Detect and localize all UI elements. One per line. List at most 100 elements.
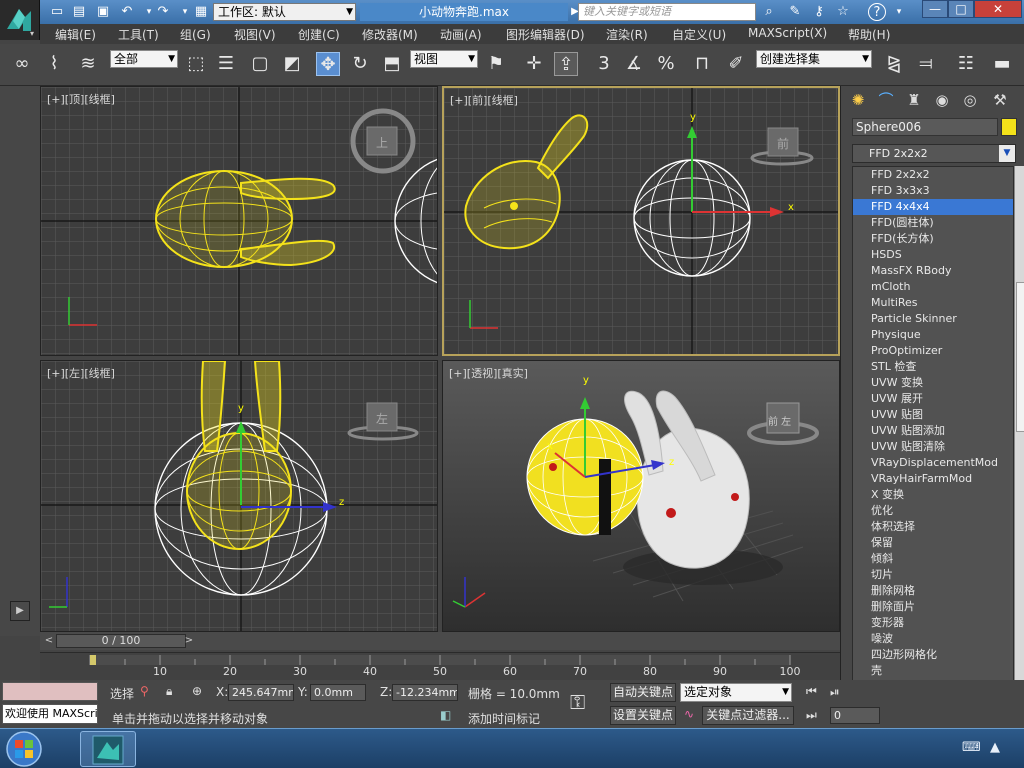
play-icon[interactable]: ▶ (10, 601, 30, 621)
modifier-list-item[interactable]: Particle Skinner (853, 311, 1013, 327)
auto-key-button[interactable]: 自动关键点 (610, 683, 676, 702)
maxscript-listener-mini[interactable] (2, 682, 98, 701)
snaps-toggle-icon[interactable]: 3 (592, 52, 616, 76)
create-tab-icon[interactable]: ✺ (845, 88, 871, 112)
select-and-scale-icon[interactable]: ⬒ (380, 52, 404, 76)
rectangular-region-icon[interactable]: ▢ (248, 52, 272, 76)
layer-manager-icon[interactable]: ☷ (954, 52, 978, 76)
prev-frame-icon[interactable]: < (42, 634, 56, 648)
modifier-list-item[interactable]: 保留 (853, 535, 1013, 551)
modifier-list-item[interactable]: FFD(长方体) (853, 231, 1013, 247)
isolate-toggle-icon[interactable]: ⚲ (140, 684, 149, 698)
modifier-list-item[interactable]: 噪波 (853, 631, 1013, 647)
y-coord-field[interactable]: 0.0mm (310, 684, 366, 701)
align-icon[interactable]: ⫤ (914, 52, 938, 76)
viewport-left-label[interactable]: [+][左][线框] (47, 365, 115, 381)
menu-group[interactable]: 组(G) (180, 26, 211, 43)
menu-edit[interactable]: 编辑(E) (55, 26, 96, 43)
key-mode-toggle-icon[interactable]: ⏭ (806, 708, 817, 723)
hierarchy-tab-icon[interactable]: ♜ (901, 88, 927, 112)
viewport-top-label[interactable]: [+][顶][线框] (47, 91, 115, 107)
modifier-list-item[interactable]: 删除网格 (853, 583, 1013, 599)
modifier-list-dropdown[interactable]: FFD 2x2x2 ▼ (852, 144, 1016, 163)
modifier-list-item[interactable]: 优化 (853, 503, 1013, 519)
undo-icon[interactable]: ↶ (118, 3, 136, 21)
modifier-list-item[interactable]: FFD(圆柱体) (853, 215, 1013, 231)
menu-rendering[interactable]: 渲染(R) (606, 26, 648, 43)
modifier-list-item[interactable]: 切片 (853, 567, 1013, 583)
modifier-list-item[interactable]: UVW 贴图清除 (853, 439, 1013, 455)
modifier-list-item[interactable]: 四边形网格化 (853, 647, 1013, 663)
object-name-field[interactable]: Sphere006 (852, 118, 998, 136)
modifier-list-item[interactable]: Physique (853, 327, 1013, 343)
current-frame-field[interactable]: 0 (830, 707, 880, 724)
menu-views[interactable]: 视图(V) (234, 26, 276, 43)
modifier-list-item[interactable]: UVW 贴图添加 (853, 423, 1013, 439)
close-button[interactable]: ✕ (974, 0, 1022, 18)
new-file-icon[interactable]: ▭ (48, 3, 66, 21)
favorites-star-icon[interactable]: ☆ (834, 3, 852, 21)
modifier-list-item[interactable]: HSDS (853, 247, 1013, 263)
viewport-front[interactable]: y x 前 [+][前][线框] (442, 86, 840, 356)
modifier-list-item[interactable]: FFD 2x2x2 (853, 167, 1013, 183)
modifier-list-item[interactable]: 体积选择 (853, 519, 1013, 535)
select-and-rotate-icon[interactable]: ↻ (348, 52, 372, 76)
modifier-list[interactable]: FFD 2x2x2 FFD 3x3x3 FFD 4x4x4 FFD(圆柱体) FFD(长… (852, 166, 1014, 768)
set-key-mode-icon[interactable]: ⚿ (570, 690, 585, 714)
key-target-dropdown[interactable]: 选定对象 ▼ (680, 683, 792, 702)
edit-named-selection-icon[interactable]: ✐ (724, 52, 748, 76)
taskbar-3dsmax-button[interactable] (80, 731, 136, 767)
menu-maxscript[interactable]: MAXScript(X) (748, 26, 827, 40)
time-slider-thumb[interactable]: 0 / 100 (56, 634, 186, 648)
modifier-list-item[interactable]: UVW 展开 (853, 391, 1013, 407)
named-selection-dropdown[interactable]: 创建选择集 ▼ (756, 50, 872, 68)
viewport-left[interactable]: y z 左 [+][左][线框] (40, 360, 438, 632)
save-file-icon[interactable]: ▣ (94, 3, 112, 21)
time-tag-icon[interactable]: ◧ (440, 708, 451, 722)
viewport-top[interactable]: 上 [+][顶][线框] (40, 86, 438, 356)
ear-top-upper[interactable] (240, 177, 336, 201)
key-filters-icon[interactable]: ∿ (684, 707, 694, 721)
modifier-list-item[interactable]: FFD 3x3x3 (853, 183, 1013, 199)
menu-animation[interactable]: 动画(A) (440, 26, 482, 43)
maximize-button[interactable]: □ (948, 0, 974, 18)
modifier-list-item[interactable]: 删除面片 (853, 599, 1013, 615)
modifier-list-item[interactable]: 变形器 (853, 615, 1013, 631)
select-and-move-icon[interactable]: ✥ (316, 52, 340, 76)
spinner-snap-icon[interactable]: ⊓ (690, 52, 714, 76)
menu-create[interactable]: 创建(C) (298, 26, 340, 43)
time-marker[interactable] (90, 655, 96, 665)
modifier-list-item[interactable]: VRayDisplacementMod (853, 455, 1013, 471)
go-to-start-icon[interactable]: ⏮ (806, 684, 817, 699)
modifier-list-item[interactable]: UVW 变换 (853, 375, 1013, 391)
scrollbar-thumb[interactable] (1016, 282, 1024, 432)
graphite-tools-icon[interactable]: ▬ (990, 52, 1014, 76)
modifier-list-item[interactable]: mCloth (853, 279, 1013, 295)
start-button[interactable] (4, 730, 44, 768)
use-pivot-center-icon[interactable]: ⚑ (484, 52, 508, 76)
search-input[interactable]: 键入关键字或短语 (578, 3, 756, 21)
menu-modifiers[interactable]: 修改器(M) (362, 26, 418, 43)
motion-tab-icon[interactable]: ◉ (929, 88, 955, 112)
modifier-list-scrollbar[interactable] (1014, 166, 1024, 768)
menu-help[interactable]: 帮助(H) (848, 26, 890, 43)
z-coord-field[interactable]: -12.234mm (392, 684, 458, 701)
select-object-icon[interactable]: ⬚ (184, 52, 208, 76)
utilities-tab-icon[interactable]: ⚒ (987, 88, 1013, 112)
maxscript-listener-text[interactable]: 欢迎使用 MAXScri (2, 704, 98, 724)
menu-tools[interactable]: 工具(T) (118, 26, 159, 43)
project-folder-icon[interactable]: ▦ (192, 3, 210, 21)
angle-snap-icon[interactable]: ∡ (622, 52, 646, 76)
set-key-button[interactable]: 设置关键点 (610, 706, 676, 725)
viewport-perspective[interactable]: y z x 前 左 [+][透视][真实] (442, 360, 840, 632)
reference-coord-dropdown[interactable]: 视图 ▼ (410, 50, 478, 68)
play-animation-icon[interactable]: ⏯ (830, 685, 840, 700)
key-icon[interactable]: ⚷ (810, 3, 828, 21)
modifier-list-item[interactable]: MultiRes (853, 295, 1013, 311)
link-icon[interactable]: ∞ (10, 52, 34, 76)
next-frame-icon[interactable]: > (182, 634, 196, 648)
modifier-list-item[interactable]: MassFX RBody (853, 263, 1013, 279)
modifier-list-item[interactable]: 倾斜 (853, 551, 1013, 567)
selection-lock-icon[interactable]: 🔒︎ (166, 684, 172, 699)
help-dropdown-icon[interactable]: ▾ (890, 3, 908, 21)
